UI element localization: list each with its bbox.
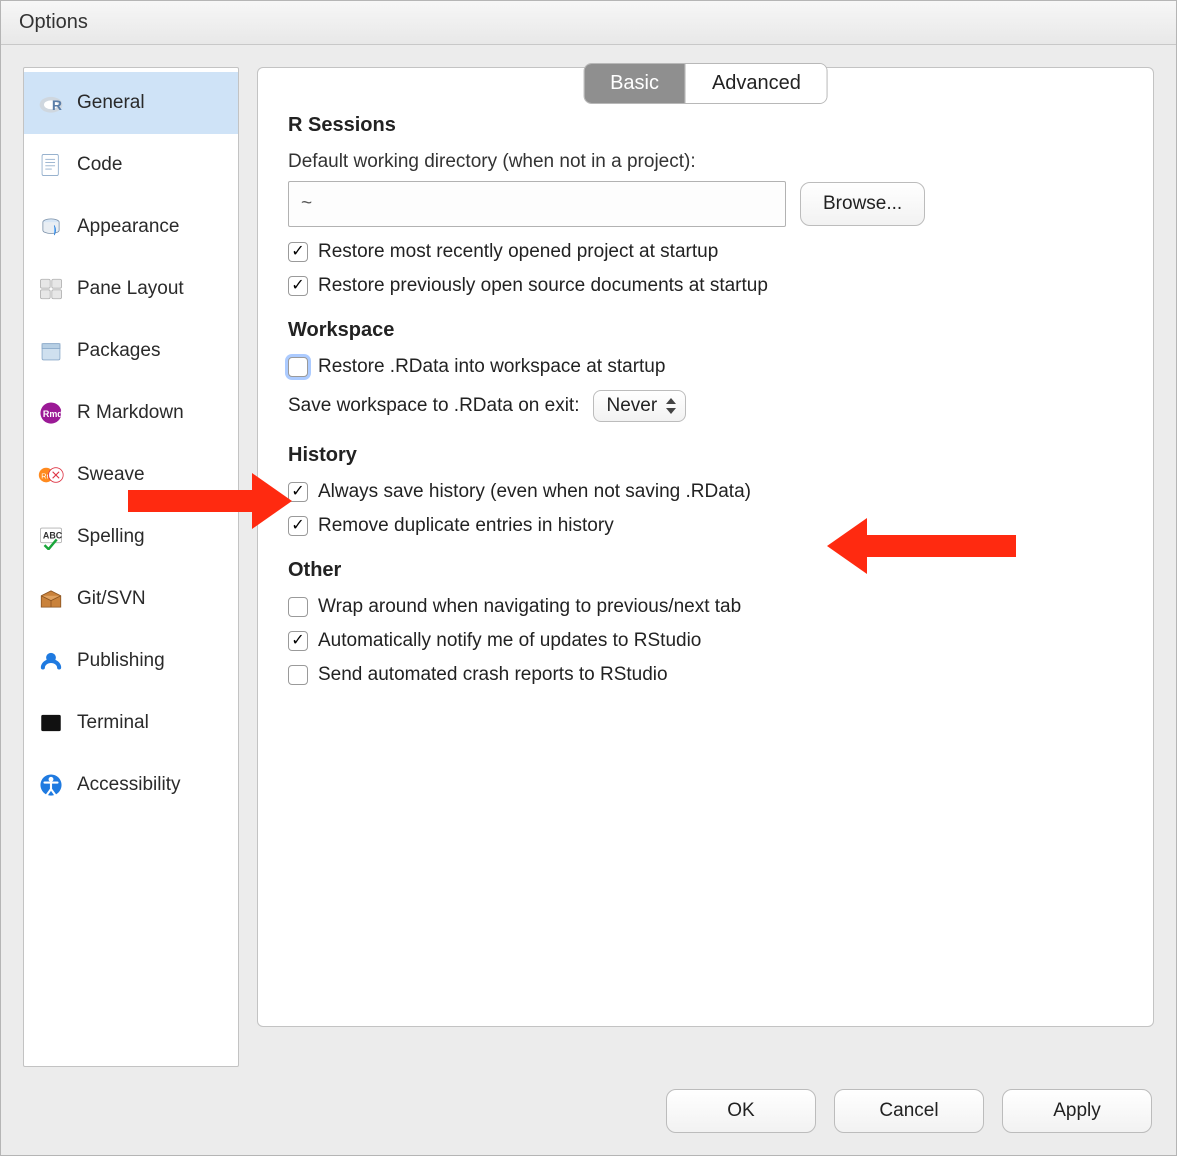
checkbox-label: Restore most recently opened project at … [318, 241, 718, 263]
sidebar-item-general[interactable]: R General [24, 72, 238, 134]
checkbox-label: Send automated crash reports to RStudio [318, 664, 668, 686]
publishing-icon [37, 647, 65, 675]
sidebar-item-label: Packages [77, 340, 160, 362]
sidebar-item-label: Git/SVN [77, 588, 146, 610]
sidebar-item-label: Appearance [77, 216, 179, 238]
select-value: Never [606, 395, 657, 417]
options-dialog: Options R General Code A [0, 0, 1177, 1156]
settings-panel: R Sessions Default working directory (wh… [257, 67, 1154, 1027]
checkbox-label: Automatically notify me of updates to RS… [318, 630, 701, 652]
sidebar-item-label: R Markdown [77, 402, 184, 424]
sidebar-item-label: Terminal [77, 712, 149, 734]
workdir-label: Default working directory (when not in a… [288, 151, 1123, 173]
checkbox-crash-reports[interactable] [288, 665, 308, 685]
checkbox-label: Wrap around when navigating to previous/… [318, 596, 741, 618]
sidebar-item-label: General [77, 92, 145, 114]
heading-other: Other [288, 559, 1123, 582]
heading-r-sessions: R Sessions [288, 114, 1123, 137]
cancel-button[interactable]: Cancel [834, 1089, 984, 1133]
r-logo-icon: R [37, 89, 65, 117]
annotation-arrow-right [861, 535, 1016, 557]
tab-basic[interactable]: Basic [584, 64, 685, 103]
spellcheck-icon: ABC [37, 523, 65, 551]
sidebar-item-pane-layout[interactable]: Pane Layout [24, 258, 238, 320]
paint-bucket-icon [37, 213, 65, 241]
workdir-input[interactable] [288, 181, 786, 227]
svg-text:Rmd: Rmd [43, 409, 63, 419]
sidebar-item-label: Pane Layout [77, 278, 184, 300]
ok-button[interactable]: OK [666, 1089, 816, 1133]
main-panel: Basic Advanced R Sessions Default workin… [257, 67, 1154, 1067]
checkbox-label: Always save history (even when not savin… [318, 481, 751, 503]
sidebar-item-label: Accessibility [77, 774, 180, 796]
panes-icon [37, 275, 65, 303]
sidebar-item-publishing[interactable]: Publishing [24, 630, 238, 692]
sweave-icon: Rnw [37, 461, 65, 489]
document-icon [37, 151, 65, 179]
checkbox-label: Restore .RData into workspace at startup [318, 356, 665, 378]
package-icon [37, 337, 65, 365]
checkbox-notify-updates[interactable] [288, 631, 308, 651]
apply-button[interactable]: Apply [1002, 1089, 1152, 1133]
svg-text:ABC: ABC [43, 531, 63, 541]
heading-history: History [288, 444, 1123, 467]
svg-text:R: R [52, 97, 62, 113]
sidebar-item-terminal[interactable]: Terminal [24, 692, 238, 754]
checkbox-label: Remove duplicate entries in history [318, 515, 614, 537]
tabs: Basic Advanced [583, 63, 828, 104]
save-workspace-label: Save workspace to .RData on exit: [288, 395, 579, 417]
annotation-arrow-left [128, 490, 258, 512]
sidebar-item-label: Code [77, 154, 122, 176]
sidebar-item-code[interactable]: Code [24, 134, 238, 196]
dialog-title: Options [1, 1, 1176, 45]
terminal-icon [37, 709, 65, 737]
heading-workspace: Workspace [288, 319, 1123, 342]
checkbox-restore-project[interactable] [288, 242, 308, 262]
checkbox-wrap-tabs[interactable] [288, 597, 308, 617]
dialog-body: R General Code Appearance Pane [1, 45, 1176, 1089]
rmarkdown-icon: Rmd [37, 399, 65, 427]
accessibility-icon [37, 771, 65, 799]
sidebar-item-spelling[interactable]: ABC Spelling [24, 506, 238, 568]
sidebar-item-packages[interactable]: Packages [24, 320, 238, 382]
sidebar-item-git-svn[interactable]: Git/SVN [24, 568, 238, 630]
save-workspace-select[interactable]: Never [593, 390, 686, 422]
sidebar-item-label: Publishing [77, 650, 165, 672]
sidebar-item-rmarkdown[interactable]: Rmd R Markdown [24, 382, 238, 444]
tab-advanced[interactable]: Advanced [685, 64, 827, 103]
box-icon [37, 585, 65, 613]
checkbox-restore-rdata[interactable] [288, 357, 308, 377]
dialog-footer: OK Cancel Apply [1, 1089, 1176, 1155]
checkbox-label: Restore previously open source documents… [318, 275, 768, 297]
sidebar-item-label: Sweave [77, 464, 145, 486]
sidebar: R General Code Appearance Pane [23, 67, 239, 1067]
checkbox-restore-docs[interactable] [288, 276, 308, 296]
sidebar-item-appearance[interactable]: Appearance [24, 196, 238, 258]
sidebar-item-label: Spelling [77, 526, 145, 548]
browse-button[interactable]: Browse... [800, 182, 925, 226]
sidebar-item-accessibility[interactable]: Accessibility [24, 754, 238, 816]
